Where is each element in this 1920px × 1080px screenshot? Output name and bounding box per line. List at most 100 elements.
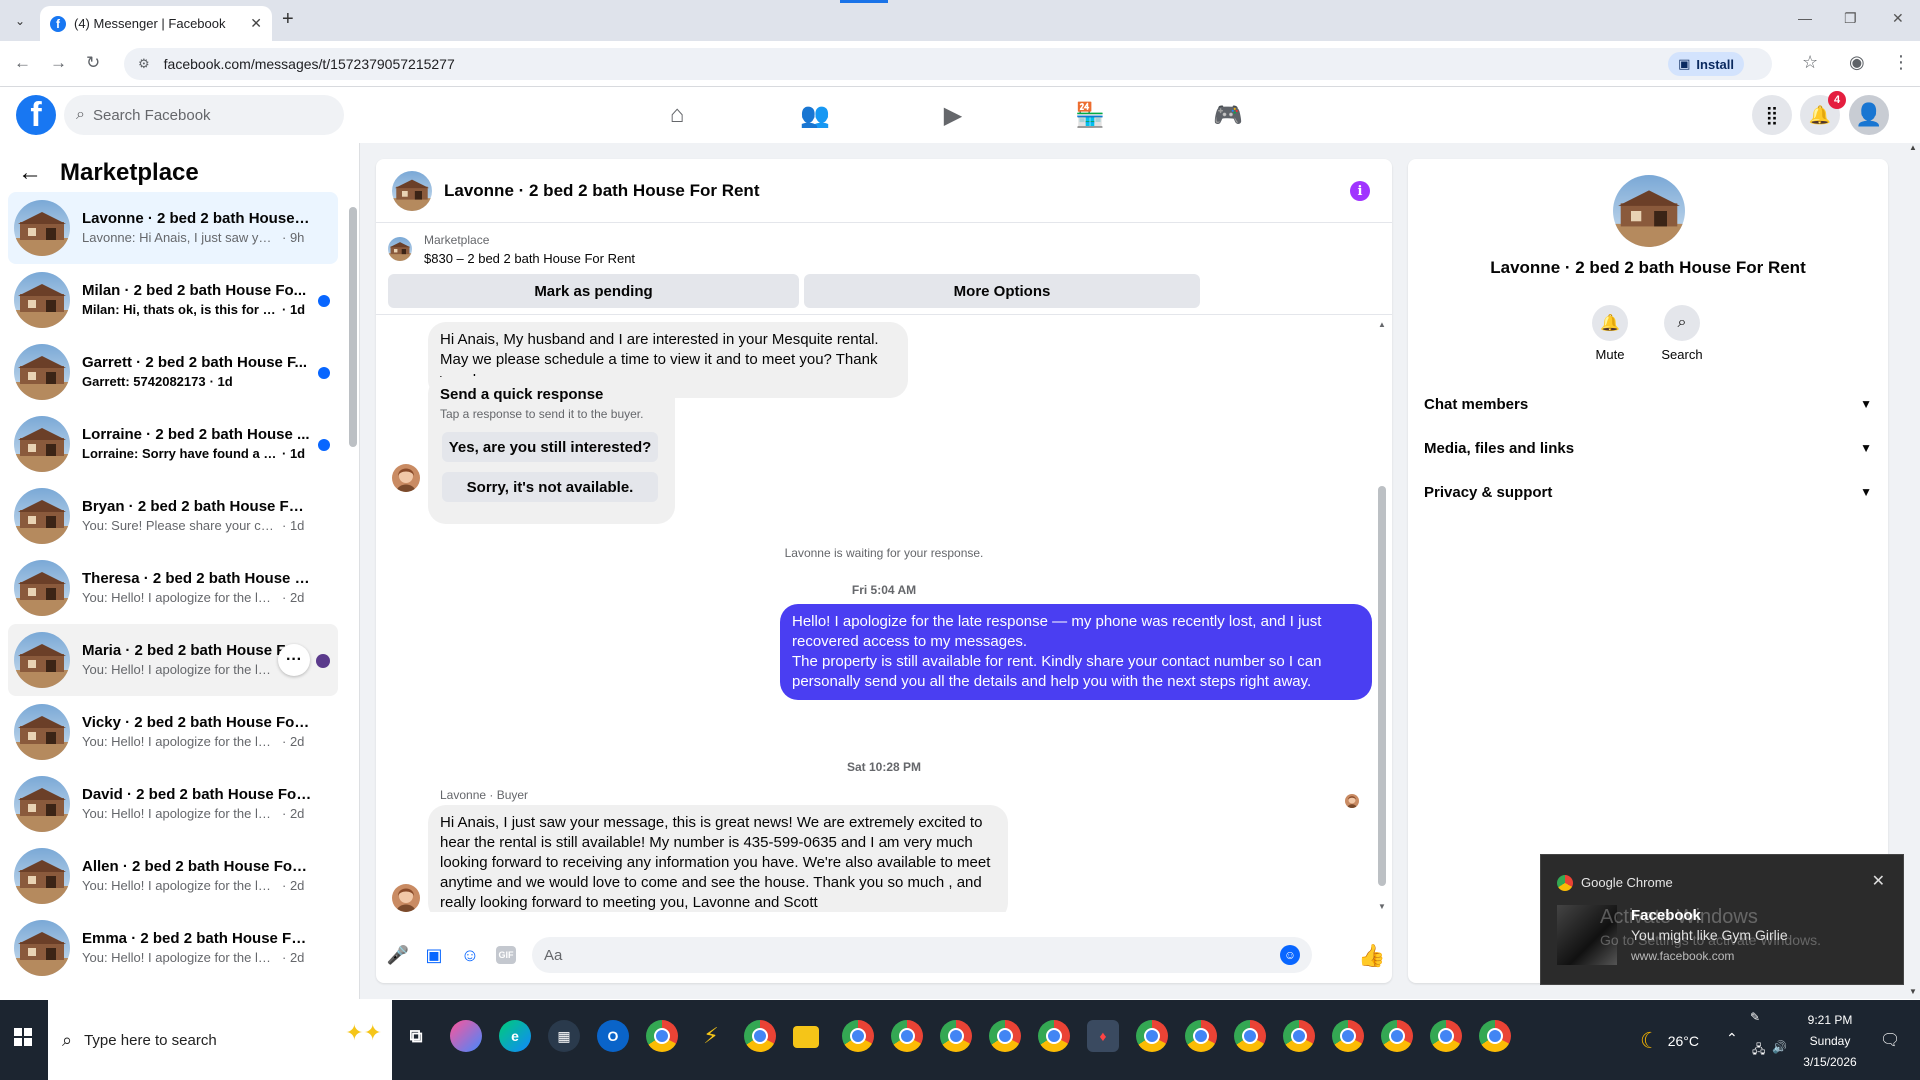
buyer-avatar[interactable] bbox=[392, 884, 420, 912]
notifications-bell-icon[interactable]: 🔔 4 bbox=[1800, 91, 1846, 135]
bookmark-star-icon[interactable]: ☆ bbox=[1802, 52, 1818, 73]
conversation-item[interactable]: Maria · 2 bed 2 bath House F... You: Hell… bbox=[8, 624, 338, 696]
page-scrollbar[interactable]: ▲ ▼ bbox=[1908, 143, 1918, 999]
reload-icon[interactable]: ↻ bbox=[86, 53, 100, 73]
windows-start-icon[interactable] bbox=[14, 1028, 32, 1046]
show-hidden-icons-chevron-icon[interactable]: ⌃ bbox=[1726, 1030, 1738, 1047]
network-icon[interactable]: 🖧 bbox=[1752, 1040, 1765, 1061]
chrome-profile-icon[interactable] bbox=[891, 1020, 923, 1052]
microphone-icon[interactable]: 🎤 bbox=[386, 943, 410, 967]
chrome-profile-icon[interactable] bbox=[1381, 1020, 1413, 1052]
gaming-icon[interactable]: 🎮 bbox=[1204, 99, 1252, 131]
scroll-up-icon[interactable]: ▲ bbox=[1378, 320, 1386, 329]
chat-listing-thumbnail[interactable] bbox=[392, 170, 432, 211]
back-arrow-icon[interactable]: ← bbox=[18, 159, 42, 187]
mute-action[interactable]: 🔔 Mute bbox=[1580, 305, 1640, 362]
chat-members-section[interactable]: Chat members ▼ bbox=[1416, 382, 1880, 426]
conversation-item[interactable]: Garrett · 2 bed 2 bath House F... Garrett… bbox=[8, 336, 338, 408]
listing-thumbnail[interactable] bbox=[388, 237, 412, 261]
restore-icon[interactable]: ❐ bbox=[1844, 10, 1857, 27]
chrome-profile-icon[interactable] bbox=[842, 1020, 874, 1052]
scroll-down-icon[interactable]: ▼ bbox=[1909, 987, 1917, 996]
buyer-avatar[interactable] bbox=[392, 464, 420, 492]
info-icon[interactable]: i bbox=[1350, 181, 1370, 201]
search-action[interactable]: ⌕ Search bbox=[1652, 305, 1712, 362]
chrome-profile-icon[interactable] bbox=[1234, 1020, 1266, 1052]
conversation-item[interactable]: Lavonne · 2 bed 2 bath House F... Lavonne… bbox=[8, 192, 338, 264]
media-files-links-section[interactable]: Media, files and links ▼ bbox=[1416, 426, 1880, 470]
tab-list-chevron-icon[interactable]: ⌄ bbox=[8, 9, 32, 33]
message-input-box[interactable]: ☺ bbox=[532, 937, 1312, 973]
listing-price-title[interactable]: $830 – 2 bed 2 bath House For Rent bbox=[424, 251, 635, 266]
install-app-button[interactable]: ▣ Install bbox=[1668, 52, 1744, 76]
gif-icon[interactable]: GIF bbox=[494, 943, 518, 967]
store-icon[interactable]: ▦ bbox=[548, 1020, 580, 1052]
chrome-profile-icon[interactable] bbox=[1136, 1020, 1168, 1052]
lightning-app-icon[interactable]: ⚡ bbox=[695, 1020, 727, 1052]
thumbs-up-icon[interactable]: 👍 bbox=[1358, 943, 1385, 969]
forward-icon[interactable]: → bbox=[50, 53, 67, 73]
home-icon[interactable]: ⌂ bbox=[653, 99, 701, 131]
chrome-profile-icon[interactable] bbox=[940, 1020, 972, 1052]
sidebar-scrollbar[interactable] bbox=[349, 173, 357, 683]
scroll-up-icon[interactable]: ▲ bbox=[1909, 143, 1917, 152]
conversation-item[interactable]: David · 2 bed 2 bath House For ... You: H… bbox=[8, 768, 338, 840]
facebook-search[interactable]: ⌕ bbox=[64, 95, 344, 135]
back-icon[interactable]: ← bbox=[14, 53, 31, 73]
facebook-logo[interactable]: f bbox=[16, 95, 56, 135]
quick-response-not-available-button[interactable]: Sorry, it's not available. bbox=[442, 472, 658, 502]
pinned-app-icon[interactable]: ♦ bbox=[1087, 1020, 1119, 1052]
sticker-icon[interactable]: ☺ bbox=[458, 943, 482, 967]
chrome-taskbar-icon[interactable] bbox=[646, 1020, 678, 1052]
browser-tab-messenger[interactable]: f (4) Messenger | Facebook ✕ bbox=[40, 6, 272, 41]
close-tab-icon[interactable]: ✕ bbox=[250, 15, 262, 32]
profile-icon[interactable]: ◉ bbox=[1849, 52, 1865, 73]
bell-icon[interactable]: 🔔 bbox=[1592, 305, 1628, 341]
chrome-profile-icon[interactable] bbox=[1185, 1020, 1217, 1052]
more-options-icon[interactable]: ··· bbox=[278, 644, 310, 676]
conversation-item[interactable]: Theresa · 2 bed 2 bath House Fo... You: H… bbox=[8, 552, 338, 624]
taskbar-search[interactable]: ⌕ Type here to search ✦✦ bbox=[48, 1000, 392, 1080]
chrome-profile-icon[interactable] bbox=[1038, 1020, 1070, 1052]
file-explorer-icon[interactable] bbox=[793, 1026, 819, 1048]
mark-as-pending-button[interactable]: Mark as pending bbox=[388, 274, 799, 308]
menu-grid-icon[interactable]: ⣿ bbox=[1752, 95, 1792, 135]
conversation-item[interactable]: Emma · 2 bed 2 bath House For ... You: He… bbox=[8, 912, 338, 984]
emoji-icon[interactable]: ☺ bbox=[1280, 945, 1300, 965]
close-window-icon[interactable]: ✕ bbox=[1892, 10, 1904, 27]
address-bar[interactable]: ⚙ facebook.com/messages/t/15723790572152… bbox=[124, 48, 1772, 80]
quick-response-still-interested-button[interactable]: Yes, are you still interested? bbox=[442, 432, 658, 462]
task-view-icon[interactable]: ⧉ bbox=[400, 1020, 432, 1052]
privacy-support-section[interactable]: Privacy & support ▼ bbox=[1416, 470, 1880, 514]
weather-widget[interactable]: ☾ 26°C bbox=[1640, 1028, 1699, 1054]
facebook-search-input[interactable] bbox=[92, 106, 313, 124]
edge-icon[interactable]: e bbox=[499, 1020, 531, 1052]
chrome-profile-icon[interactable] bbox=[1332, 1020, 1364, 1052]
chrome-profile-icon[interactable] bbox=[1479, 1020, 1511, 1052]
chrome-profile-icon[interactable] bbox=[989, 1020, 1021, 1052]
friends-icon[interactable]: 👥 bbox=[791, 99, 839, 131]
chrome-profile-icon[interactable] bbox=[1283, 1020, 1315, 1052]
chrome-profile-icon[interactable] bbox=[744, 1020, 776, 1052]
search-icon[interactable]: ⌕ bbox=[1664, 305, 1700, 341]
message-input[interactable] bbox=[544, 946, 1244, 964]
more-options-button[interactable]: More Options bbox=[804, 274, 1200, 308]
conversation-item[interactable]: Allen · 2 bed 2 bath House For R... You: … bbox=[8, 840, 338, 912]
copilot-icon[interactable] bbox=[450, 1020, 482, 1052]
browser-menu-icon[interactable]: ⋮ bbox=[1892, 52, 1910, 73]
new-tab-plus-icon[interactable]: + bbox=[282, 8, 294, 31]
close-notification-icon[interactable]: ✕ bbox=[1872, 871, 1885, 891]
site-settings-icon[interactable]: ⚙ bbox=[138, 56, 150, 72]
conversation-item[interactable]: Lorraine · 2 bed 2 bath House ... Lorrain… bbox=[8, 408, 338, 480]
minimize-icon[interactable]: — bbox=[1798, 10, 1812, 26]
scroll-down-icon[interactable]: ▼ bbox=[1378, 902, 1386, 911]
pen-icon[interactable]: ✎ bbox=[1750, 1010, 1760, 1024]
conversation-item[interactable]: Milan · 2 bed 2 bath House Fo... Milan: H… bbox=[8, 264, 338, 336]
conversation-item[interactable]: Vicky · 2 bed 2 bath House For R... You: … bbox=[8, 696, 338, 768]
notification-center-icon[interactable]: 🗨 bbox=[1880, 1030, 1900, 1050]
photo-icon[interactable]: ▣ bbox=[422, 943, 446, 967]
outlook-icon[interactable]: O bbox=[597, 1020, 629, 1052]
system-clock[interactable]: 9:21 PM Sunday 3/15/2026 bbox=[1782, 1010, 1878, 1073]
account-avatar[interactable]: 👤 bbox=[1849, 95, 1889, 135]
details-avatar[interactable] bbox=[1613, 175, 1685, 247]
